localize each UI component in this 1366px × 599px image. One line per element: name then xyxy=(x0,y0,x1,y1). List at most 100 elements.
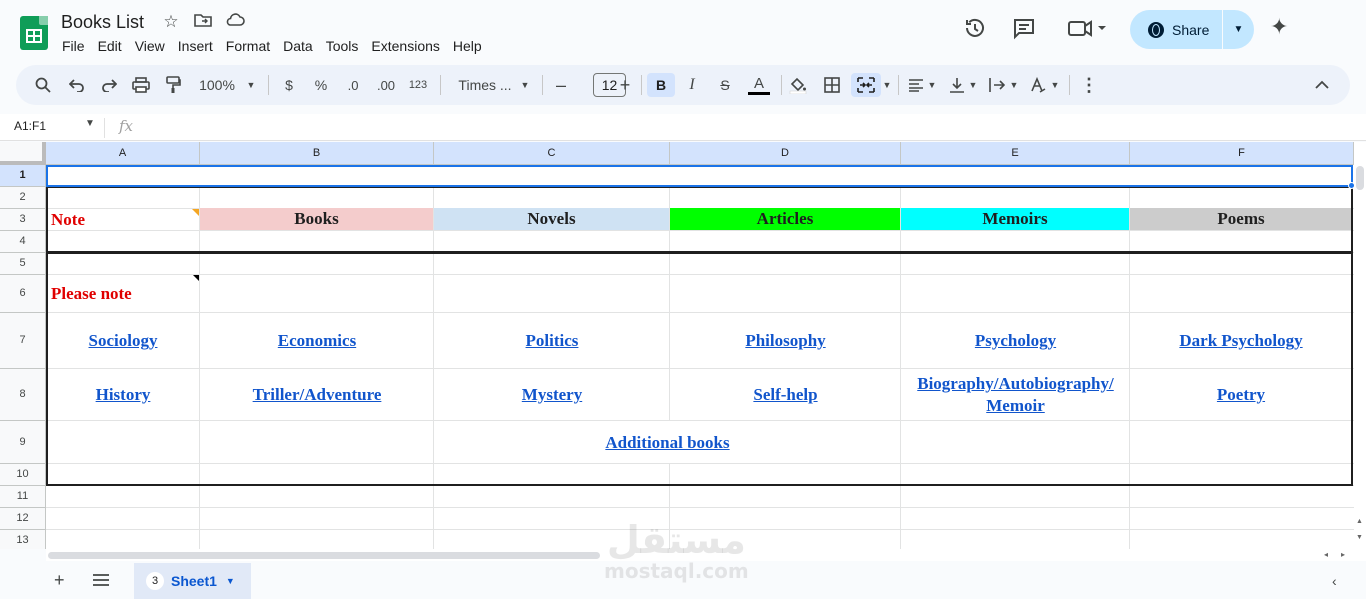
row-header-13[interactable]: 13 xyxy=(0,530,46,549)
add-sheet-icon[interactable]: + xyxy=(54,570,65,591)
row-header-6[interactable]: 6 xyxy=(0,275,46,313)
watermark-arabic: مستقل xyxy=(606,518,746,562)
menu-format[interactable]: Format xyxy=(226,38,270,54)
comments-icon[interactable] xyxy=(1012,16,1036,46)
collapse-sidebar-icon[interactable]: ‹ xyxy=(1332,573,1337,589)
horizontal-align-icon[interactable] xyxy=(905,73,927,97)
align-dropdown-icon[interactable]: ▼ xyxy=(926,73,938,97)
title-bar: Books List ☆ File Edit View Insert Forma… xyxy=(0,0,1366,64)
toolbar-divider xyxy=(268,75,269,95)
decrease-font-size-icon[interactable]: – xyxy=(552,73,570,97)
move-folder-icon[interactable] xyxy=(192,12,214,33)
spreadsheet-grid[interactable]: A B C D E F 1 2 3 4 5 6 7 8 9 10 11 12 1… xyxy=(0,142,1354,549)
document-title[interactable]: Books List xyxy=(61,12,144,33)
meet-icon[interactable] xyxy=(1067,16,1107,46)
paint-format-icon[interactable] xyxy=(162,73,184,97)
sheet-name: Sheet1 xyxy=(171,573,217,589)
text-color-button[interactable]: A xyxy=(747,73,771,97)
row-header-2[interactable]: 2 xyxy=(0,187,46,209)
name-box-dropdown-icon[interactable]: ▼ xyxy=(85,118,95,129)
zoom-select[interactable]: 100% xyxy=(194,73,240,97)
row-header-3[interactable]: 3 xyxy=(0,209,46,231)
col-header-b[interactable]: B xyxy=(200,142,434,165)
text-wrapping-icon[interactable] xyxy=(986,73,1008,97)
row-header-9[interactable]: 9 xyxy=(0,421,46,464)
strikethrough-button[interactable]: S xyxy=(714,73,736,97)
font-family-select[interactable]: Times ... xyxy=(452,73,518,97)
row-header-4[interactable]: 4 xyxy=(0,231,46,253)
name-box[interactable]: A1:F1 xyxy=(14,119,46,133)
bold-button[interactable]: B xyxy=(647,73,675,97)
more-formats-button[interactable]: 123 xyxy=(406,73,430,97)
menu-edit[interactable]: Edit xyxy=(98,38,122,54)
watermark-latin: mostaql.com xyxy=(604,559,749,583)
valign-dropdown-icon[interactable]: ▼ xyxy=(967,73,979,97)
col-header-d[interactable]: D xyxy=(670,142,901,165)
zoom-dropdown-icon[interactable]: ▼ xyxy=(244,73,258,97)
row-header-8[interactable]: 8 xyxy=(0,369,46,421)
formula-divider xyxy=(104,118,105,138)
all-sheets-icon[interactable] xyxy=(93,573,109,591)
scroll-right-icon[interactable]: ▸ xyxy=(1341,550,1345,559)
more-options-icon[interactable]: ⋮ xyxy=(1079,73,1099,97)
menu-extensions[interactable]: Extensions xyxy=(371,38,439,54)
fill-color-icon[interactable] xyxy=(787,73,809,97)
col-header-a[interactable]: A xyxy=(46,142,200,165)
sheet-menu-icon[interactable]: ▼ xyxy=(226,576,235,586)
row-header-11[interactable]: 11 xyxy=(0,486,46,508)
selection-range[interactable] xyxy=(46,165,1353,187)
col-header-f[interactable]: F xyxy=(1130,142,1354,165)
merge-dropdown-icon[interactable]: ▼ xyxy=(881,73,893,97)
borders-icon[interactable] xyxy=(821,73,843,97)
menu-data[interactable]: Data xyxy=(283,38,313,54)
rotation-dropdown-icon[interactable]: ▼ xyxy=(1049,73,1061,97)
toolbar-divider xyxy=(641,75,642,95)
row-header-1[interactable]: 1 xyxy=(0,165,46,187)
text-rotation-icon[interactable] xyxy=(1027,73,1049,97)
col-header-c[interactable]: C xyxy=(434,142,670,165)
share-button[interactable]: Share xyxy=(1130,10,1222,49)
sheet-tab-sheet1[interactable]: 3 Sheet1 ▼ xyxy=(134,563,251,599)
scroll-left-icon[interactable]: ◂ xyxy=(1324,550,1328,559)
menu-insert[interactable]: Insert xyxy=(178,38,213,54)
scroll-up-icon[interactable]: ▲ xyxy=(1356,518,1363,525)
vertical-scrollbar[interactable]: ▲ ▼ xyxy=(1354,142,1366,561)
merge-cells-icon[interactable] xyxy=(851,73,881,97)
vertical-align-icon[interactable] xyxy=(946,73,968,97)
redo-icon[interactable] xyxy=(98,73,120,97)
menu-file[interactable]: File xyxy=(62,38,85,54)
select-all-corner[interactable] xyxy=(0,142,46,165)
vertical-scroll-thumb[interactable] xyxy=(1356,166,1364,190)
row-header-12[interactable]: 12 xyxy=(0,508,46,530)
font-dropdown-icon[interactable]: ▼ xyxy=(518,73,532,97)
menu-view[interactable]: View xyxy=(135,38,165,54)
wrap-dropdown-icon[interactable]: ▼ xyxy=(1008,73,1020,97)
formula-bar: A1:F1 ▼ fx xyxy=(0,114,1366,141)
watermark-logo: مستقل mostaql.com xyxy=(604,520,749,582)
menu-help[interactable]: Help xyxy=(453,38,482,54)
increase-decimal-button[interactable]: .00 xyxy=(372,73,400,97)
version-history-icon[interactable] xyxy=(963,16,987,46)
currency-format-button[interactable]: $ xyxy=(279,73,299,97)
row-header-10[interactable]: 10 xyxy=(0,464,46,486)
increase-font-size-icon[interactable]: + xyxy=(615,73,635,97)
cloud-saved-icon[interactable] xyxy=(224,12,246,33)
star-icon[interactable]: ☆ xyxy=(160,12,182,32)
scroll-down-icon[interactable]: ▼ xyxy=(1356,534,1363,541)
decrease-decimal-button[interactable]: .0 xyxy=(341,73,365,97)
percent-format-button[interactable]: % xyxy=(311,73,331,97)
menu-tools[interactable]: Tools xyxy=(326,38,359,54)
horizontal-scroll-thumb[interactable] xyxy=(48,552,600,559)
undo-icon[interactable] xyxy=(66,73,88,97)
gemini-sparkle-icon[interactable]: ✦ xyxy=(1270,14,1288,40)
share-dropdown-button[interactable]: ▼ xyxy=(1223,10,1254,49)
sheets-logo-icon[interactable] xyxy=(20,16,48,50)
search-menus-icon[interactable] xyxy=(32,73,54,97)
col-header-e[interactable]: E xyxy=(901,142,1130,165)
row-header-7[interactable]: 7 xyxy=(0,313,46,369)
collapse-menus-icon[interactable] xyxy=(1312,73,1332,97)
italic-button[interactable]: I xyxy=(681,73,703,97)
text-color-label: A xyxy=(753,74,764,92)
print-icon[interactable] xyxy=(130,73,152,97)
row-header-5[interactable]: 5 xyxy=(0,253,46,275)
